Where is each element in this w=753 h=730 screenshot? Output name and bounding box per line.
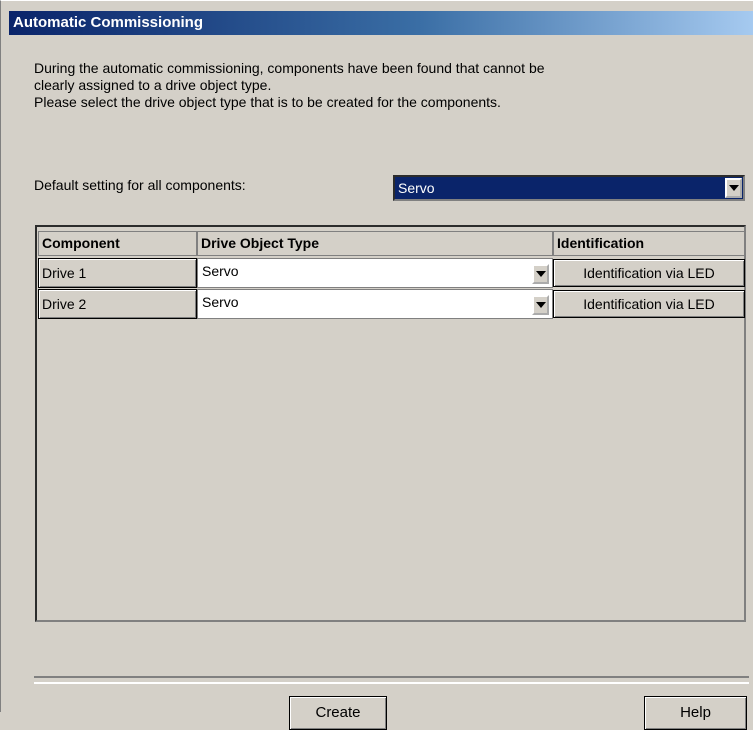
- dropdown-button[interactable]: [532, 295, 549, 315]
- component-name-cell: Drive 2: [38, 289, 197, 319]
- create-button[interactable]: Create: [289, 696, 387, 730]
- default-setting-dropdown[interactable]: Servo: [393, 175, 745, 201]
- separator-line: [34, 676, 749, 684]
- dropdown-button[interactable]: [532, 264, 549, 284]
- identification-via-led-button[interactable]: Identification via LED: [553, 290, 745, 318]
- column-header-drive-object-type: Drive Object Type: [197, 231, 553, 256]
- dropdown-button[interactable]: [725, 178, 742, 198]
- drive-object-type-value: Servo: [202, 263, 239, 279]
- description-line-1: During the automatic commissioning, comp…: [34, 60, 545, 76]
- default-setting-label: Default setting for all components:: [34, 177, 246, 193]
- column-header-identification: Identification: [553, 231, 745, 256]
- default-setting-value: Servo: [398, 180, 435, 196]
- drive-object-type-dropdown[interactable]: Servo: [197, 289, 553, 319]
- description-line-3: Please select the drive object type that…: [34, 94, 501, 110]
- component-name-cell: Drive 1: [38, 258, 197, 288]
- description-text: During the automatic commissioning, comp…: [34, 60, 724, 111]
- help-button[interactable]: Help: [644, 696, 747, 730]
- chevron-down-icon: [535, 271, 546, 277]
- dialog-window: Automatic Commissioning During the autom…: [0, 0, 753, 730]
- description-line-2: clearly assigned to a drive object type.: [34, 77, 272, 93]
- table-row: Drive 1 Servo Identification via LED: [37, 258, 745, 288]
- column-header-component: Component: [38, 231, 197, 256]
- table-row: Drive 2 Servo Identification via LED: [37, 289, 745, 319]
- drive-object-type-value: Servo: [202, 294, 239, 310]
- title-bar: Automatic Commissioning: [9, 11, 753, 35]
- drive-object-type-dropdown[interactable]: Servo: [197, 258, 553, 288]
- chevron-down-icon: [535, 302, 546, 308]
- chevron-down-icon: [728, 185, 739, 191]
- identification-via-led-button[interactable]: Identification via LED: [553, 259, 745, 287]
- component-table: Component Drive Object Type Identificati…: [35, 225, 746, 622]
